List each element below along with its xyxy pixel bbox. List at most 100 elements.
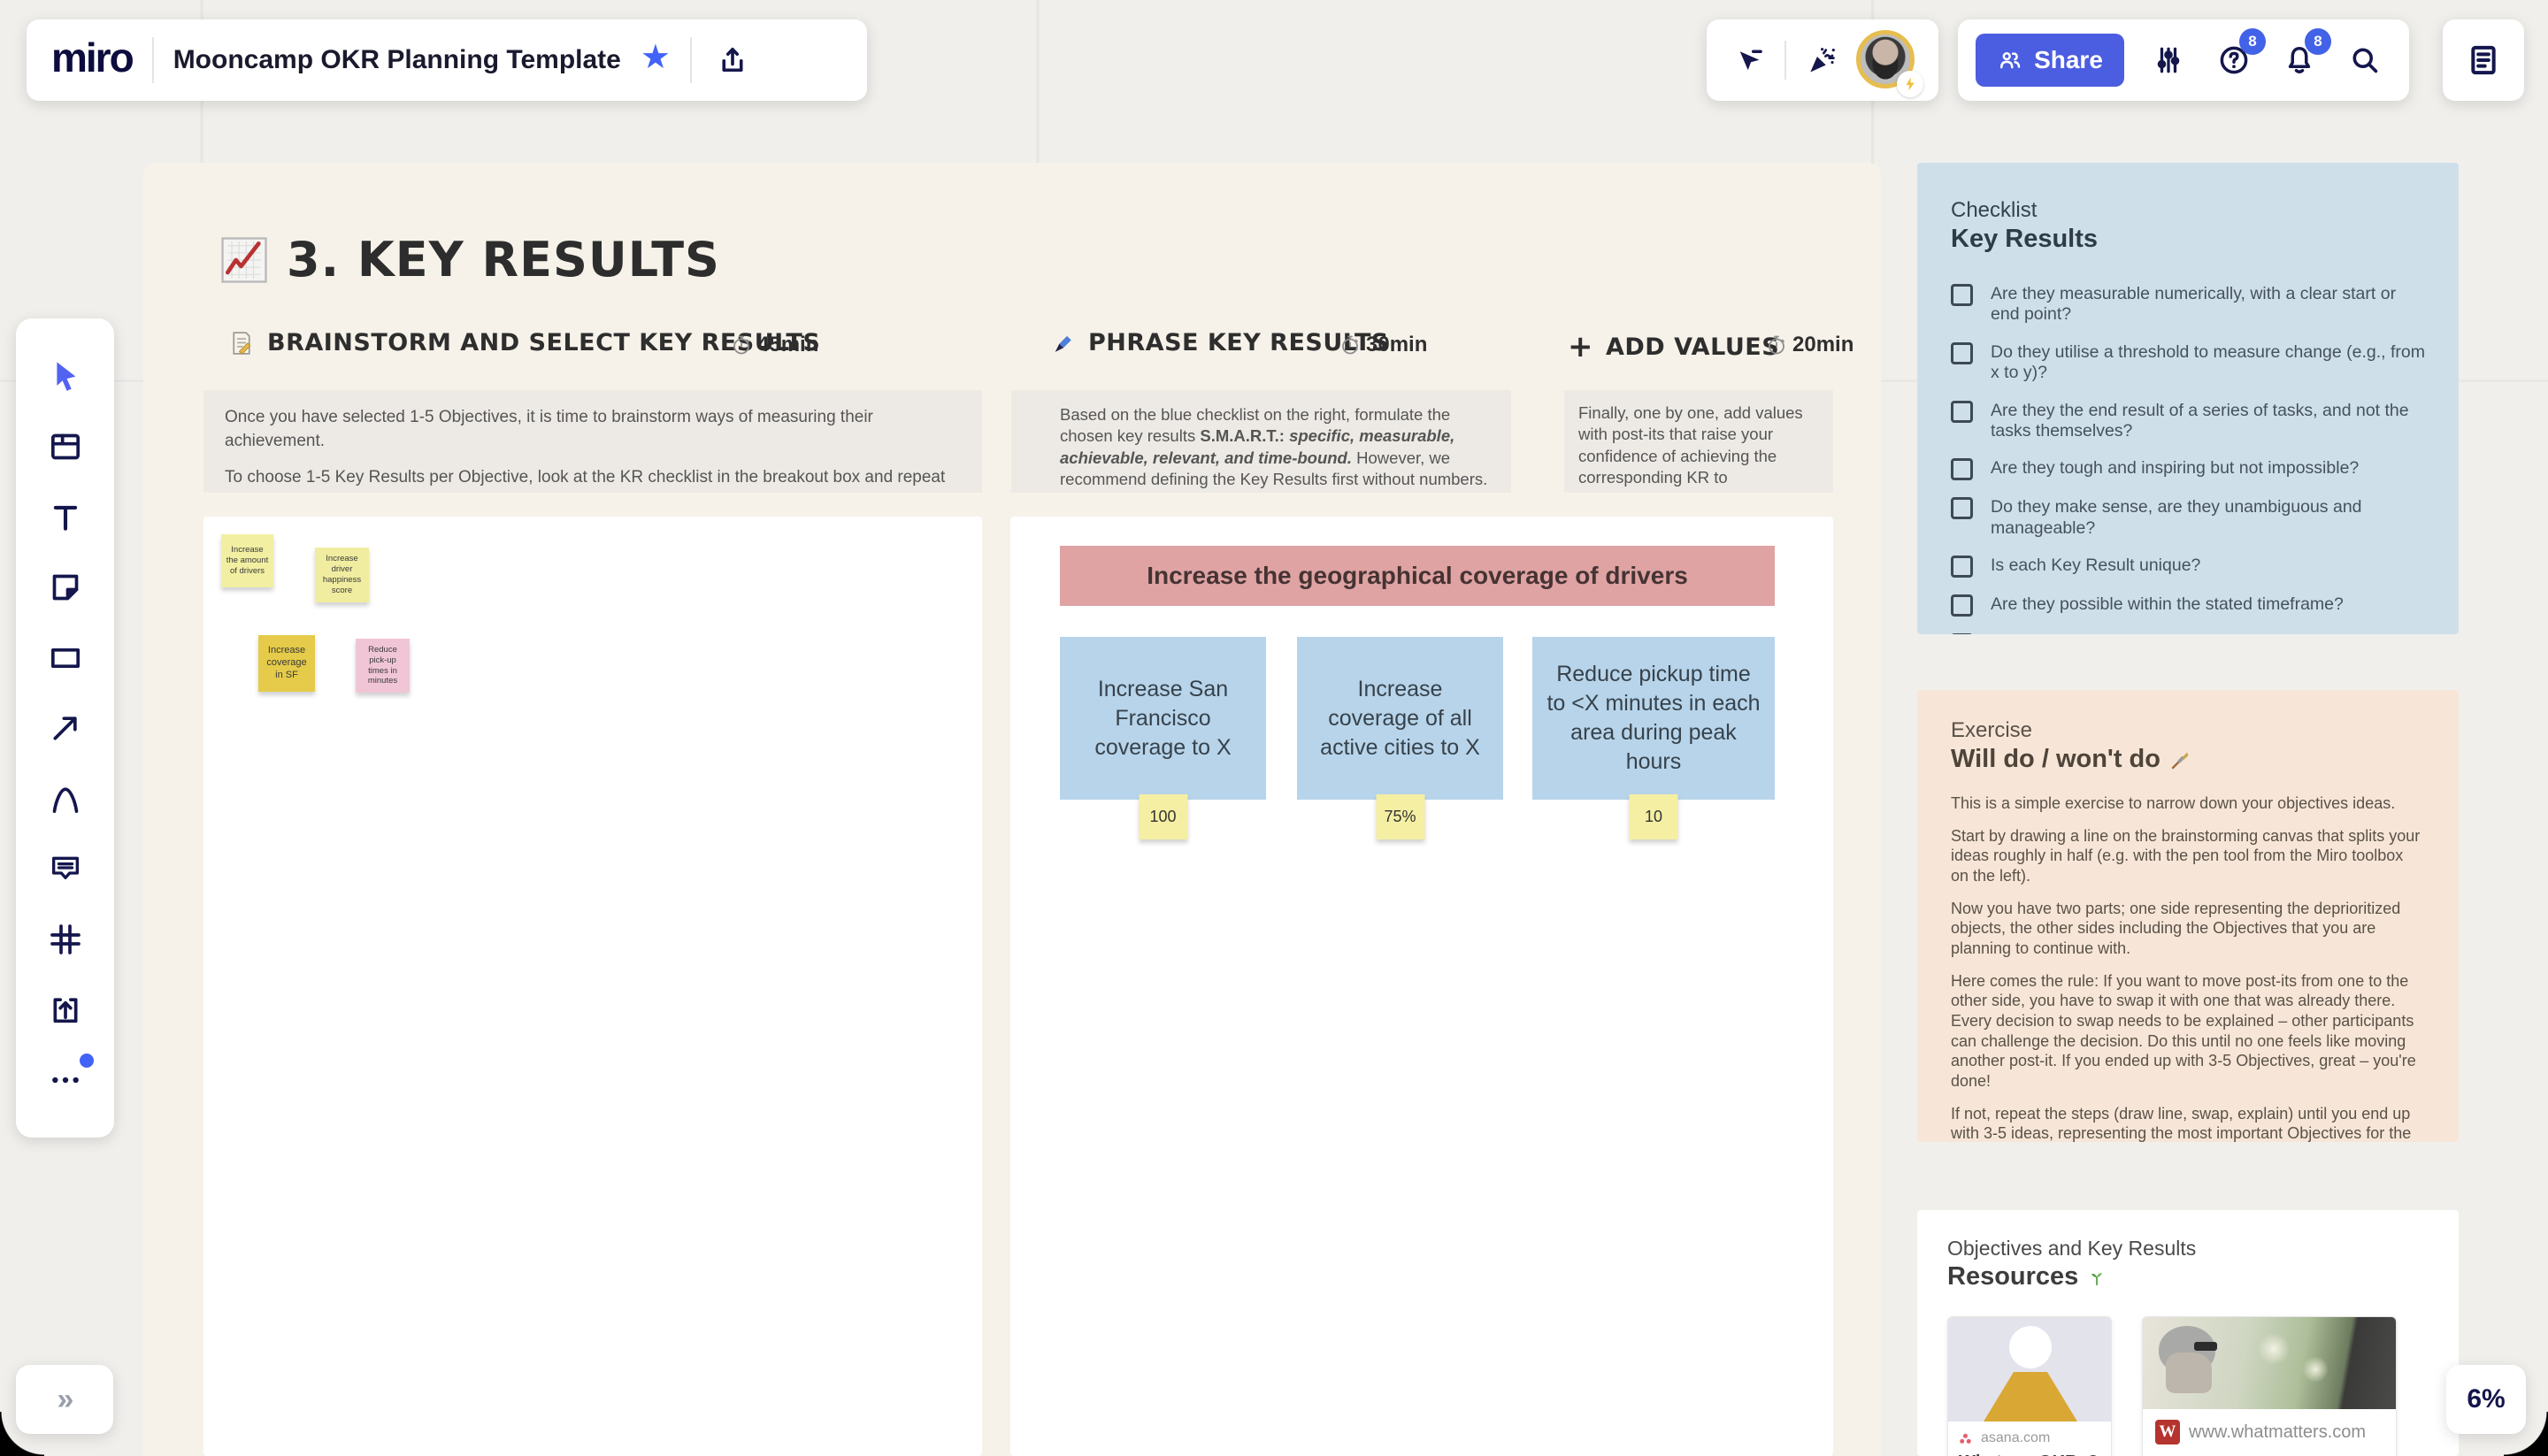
export-icon	[722, 47, 743, 73]
user-avatar[interactable]	[1855, 30, 1923, 97]
resource-card-whatmatters[interactable]: W www.whatmatters.com	[2142, 1316, 2397, 1456]
notes-panel-button[interactable]	[2462, 39, 2505, 81]
resources-label: Objectives and Key Results	[1947, 1237, 2197, 1260]
resource-cards: asana.com What are OKRs? Guide to Object…	[1947, 1316, 2429, 1456]
tool-connection-line[interactable]	[41, 703, 90, 753]
tool-comment[interactable]	[41, 844, 90, 893]
checklist-panel: Checklist Key Results Are they measurabl…	[1917, 163, 2459, 634]
header-tools-card	[1707, 19, 1938, 101]
tool-pen[interactable]	[41, 774, 90, 824]
checklist-item: Do they make sense, are they unambiguous…	[1951, 497, 2425, 539]
checkbox[interactable]	[1951, 400, 1973, 423]
stopwatch-icon	[1769, 335, 1784, 355]
comment-icon	[51, 856, 79, 879]
help-badge: 8	[2239, 28, 2266, 55]
page-title: 3. KEY RESULTS	[287, 232, 720, 287]
pen-draw-icon	[52, 786, 78, 813]
value-sticky[interactable]: 75%	[1376, 794, 1424, 839]
key-result-card[interactable]: Increase San Francisco coverage to X 100	[1060, 637, 1266, 839]
templates-icon	[50, 433, 80, 460]
notifications-badge: 8	[2305, 28, 2331, 55]
help-button[interactable]: 8	[2213, 28, 2266, 81]
tool-upload[interactable]	[41, 985, 90, 1034]
board-title[interactable]: Mooncamp OKR Planning Template	[173, 45, 621, 75]
section-brainstorm-instructions: Once you have selected 1-5 Objectives, i…	[203, 390, 982, 493]
paintbrush-icon	[2171, 752, 2189, 769]
tool-more[interactable]	[41, 1053, 94, 1105]
miro-logo[interactable]: miro	[51, 34, 134, 87]
whatmatters-logo-icon: W	[2155, 1420, 2180, 1445]
checkbox[interactable]	[1951, 284, 1973, 306]
resources-title: Resources	[1947, 1262, 2429, 1291]
frame-icon	[50, 923, 81, 954]
miro-app: 3. KEY RESULTS BRAINSTORM AND SELECT KEY…	[0, 0, 2548, 1456]
checkbox[interactable]	[1951, 633, 1973, 634]
sticky-note[interactable]: Increase driver happiness score	[315, 548, 369, 602]
checklist-item: Are they possible within the stated time…	[1951, 594, 2425, 617]
exercise-paragraph: If not, repeat the steps (draw line, swa…	[1951, 1104, 2412, 1142]
exercise-paragraph: Now you have two parts; one side represe…	[1951, 899, 2401, 958]
instruction-paragraph: Finally, one by one, add values with pos…	[1578, 403, 1803, 493]
tool-templates[interactable]	[41, 422, 90, 471]
stopwatch-icon	[733, 335, 749, 355]
checkbox[interactable]	[1951, 458, 1973, 481]
share-button[interactable]: Share	[1976, 34, 2124, 87]
checklist-item: Is it impossible to achieve the objectiv…	[1951, 633, 2425, 634]
tool-shape[interactable]	[41, 633, 90, 683]
resource-site: asana.com	[1948, 1422, 2111, 1450]
people-icon	[2000, 52, 2021, 69]
checkbox[interactable]	[1951, 594, 1973, 617]
checkbox[interactable]	[1951, 556, 1973, 579]
value-sticky[interactable]: 10	[1629, 794, 1678, 839]
resource-site: W www.whatmatters.com	[2143, 1409, 2396, 1455]
value-sticky[interactable]: 100	[1139, 794, 1187, 839]
duration-brainstorm: 45min	[731, 333, 818, 357]
search-button[interactable]	[2344, 39, 2386, 81]
header-notes-card	[2443, 19, 2524, 101]
more-dots-icon	[51, 1077, 79, 1083]
arrow-icon	[53, 717, 77, 740]
whatmatters-article-image	[2143, 1317, 2396, 1409]
chevrons-right-icon: »	[57, 1382, 74, 1416]
header-board-card: miro Mooncamp OKR Planning Template ★	[27, 19, 867, 101]
exercise-label: Exercise	[1951, 718, 2033, 742]
filters-icon	[2157, 47, 2180, 73]
asana-article-image	[1948, 1317, 2111, 1422]
resources-panel: Objectives and Key Results Resources asa…	[1917, 1210, 2459, 1456]
key-result-card[interactable]: Increase coverage of all active cities t…	[1297, 637, 1503, 839]
exercise-panel: Exercise Will do / won't do This is a si…	[1917, 690, 2459, 1142]
checkbox[interactable]	[1951, 341, 1973, 364]
seedling-icon	[2091, 1272, 2103, 1285]
checklist-item: Is each Key Result unique?	[1951, 556, 2425, 579]
checklist-item: Are they measurable numerically, with a …	[1951, 284, 2425, 326]
instruction-paragraph: Once you have selected 1-5 Objectives, i…	[225, 408, 873, 450]
resource-card-asana[interactable]: asana.com What are OKRs? Guide to Object…	[1947, 1316, 2112, 1456]
shape-icon	[50, 648, 80, 668]
tool-select[interactable]	[41, 352, 90, 402]
favorite-star-icon[interactable]: ★	[641, 41, 671, 80]
filters-button[interactable]	[2147, 39, 2190, 81]
stopwatch-icon	[1342, 335, 1358, 355]
tools-sidebar	[16, 318, 114, 1138]
objective-card[interactable]: Increase the geographical coverage of dr…	[1060, 546, 1775, 606]
notifications-button[interactable]: 8	[2278, 28, 2331, 81]
cursors-toggle-icon	[1739, 50, 1762, 71]
tool-sticky-note[interactable]	[41, 563, 90, 612]
divider	[151, 37, 154, 83]
sticky-note[interactable]: Increase the amount of drivers	[221, 534, 273, 587]
export-button[interactable]	[711, 39, 754, 81]
tool-frame[interactable]	[41, 915, 90, 964]
new-feature-dot	[79, 1053, 94, 1068]
search-icon	[2352, 48, 2378, 73]
section-phrase-header: PHRASE KEY RESULTS	[1051, 329, 1389, 356]
cursors-toggle-button[interactable]	[1729, 39, 1771, 81]
tool-text[interactable]	[41, 493, 90, 542]
exercise-paragraph: This is a simple exercise to narrow down…	[1951, 794, 2396, 812]
key-result-card[interactable]: Reduce pickup time to <X minutes in each…	[1532, 637, 1775, 839]
section-addvalues-instructions: Finally, one by one, add values with pos…	[1564, 390, 1833, 493]
screen-corner	[0, 1412, 44, 1456]
reactions-button[interactable]	[1800, 39, 1843, 81]
checkbox[interactable]	[1951, 497, 1973, 520]
checklist-title: Key Results	[1951, 225, 2099, 253]
checklist-item: Are they tough and inspiring but not imp…	[1951, 458, 2425, 481]
